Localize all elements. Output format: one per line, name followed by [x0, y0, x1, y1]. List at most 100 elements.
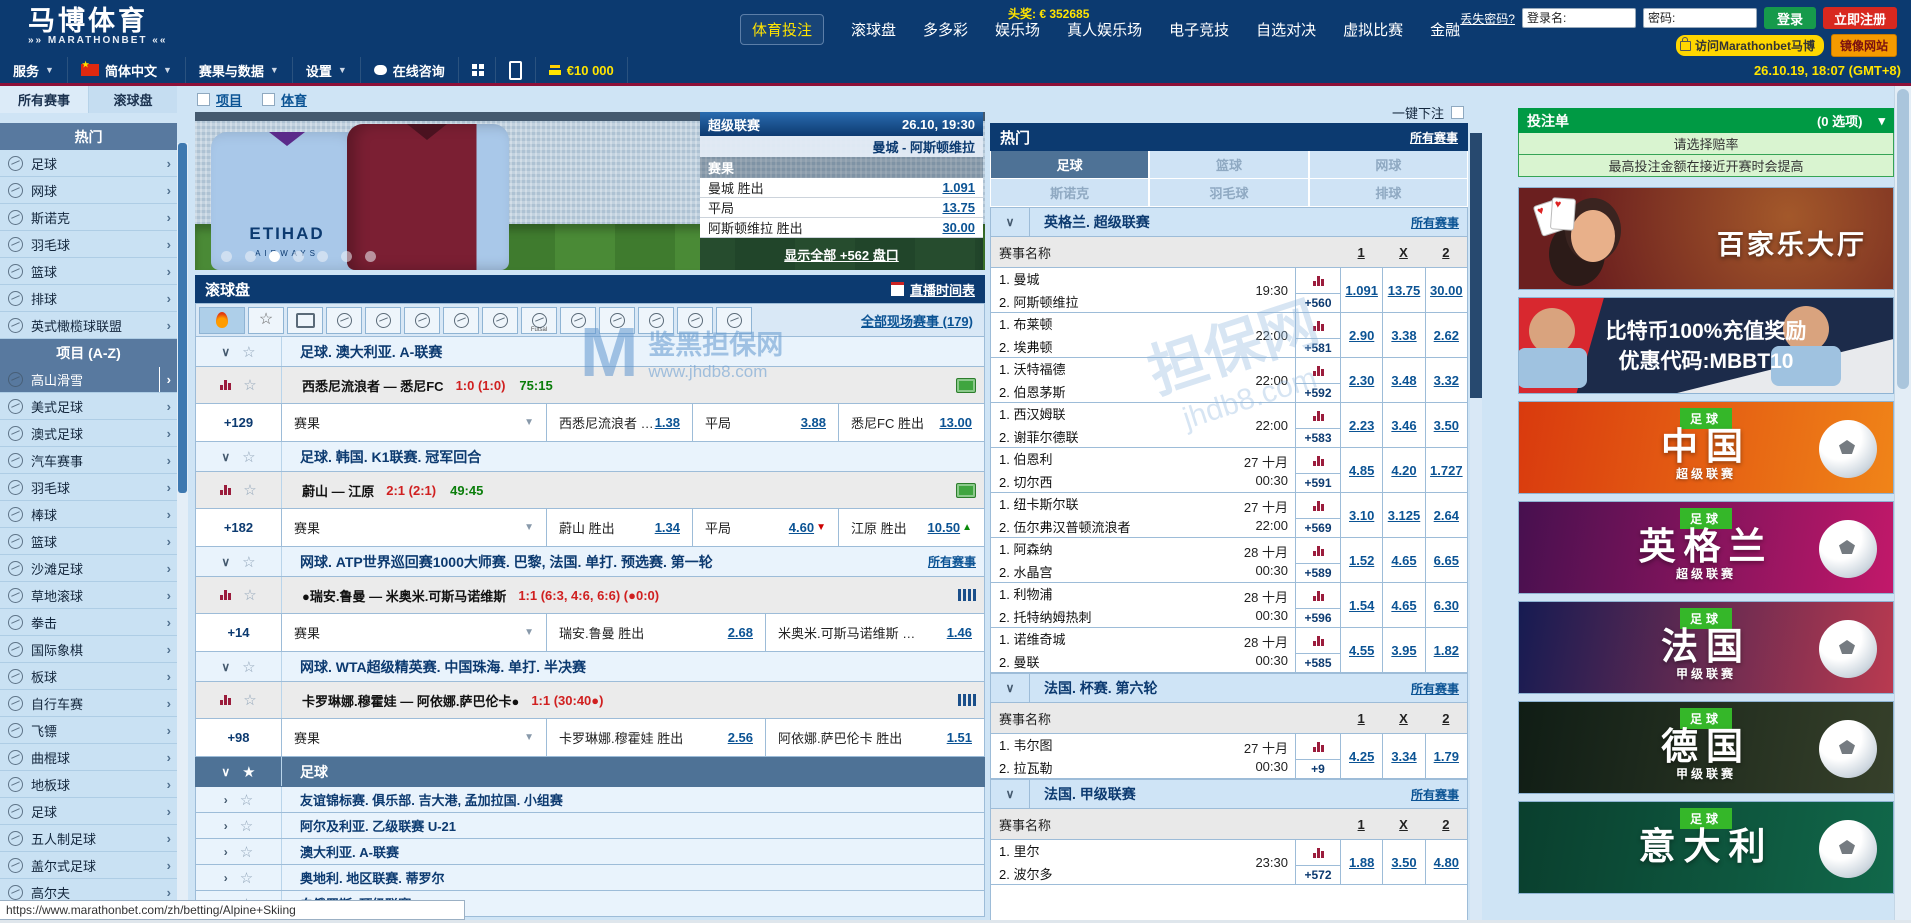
chevron-collapse-icon[interactable]: ∨ [221, 450, 230, 464]
outcome-cell[interactable]: 阿依娜.萨巴伦卡 胜出1.51 [766, 719, 984, 756]
favorite-star-icon[interactable]: ☆ [242, 553, 255, 571]
chevron-expand-icon[interactable]: › [224, 871, 228, 885]
odds-link[interactable]: 3.48 [1391, 373, 1416, 388]
outcome-cell[interactable]: 平局3.88 [693, 404, 839, 441]
odds-link[interactable]: 1.091 [1345, 283, 1378, 298]
sidebar-item[interactable]: 网球› [0, 177, 177, 204]
market-count-link[interactable]: +592 [1296, 384, 1340, 402]
odds-cell[interactable]: 1.52 [1341, 538, 1383, 582]
odds-cell[interactable]: 3.48 [1383, 358, 1425, 402]
match-main-cell[interactable]: 1. 阿森纳2. 水晶宫28 十月00:30 [991, 538, 1296, 582]
match-main-cell[interactable]: 1. 曼城2. 阿斯顿维拉19:30 [991, 268, 1296, 312]
sidebar-item[interactable]: 足球› [0, 150, 177, 177]
market-count-cell[interactable]: +591 [1296, 448, 1341, 492]
odds-link[interactable]: 2.23 [1349, 418, 1374, 433]
lost-password-link[interactable]: 丢失密码? [1460, 10, 1515, 27]
banner-more-markets[interactable]: 显示全部 +562 盘口 [700, 238, 983, 270]
market-count-link[interactable]: +581 [1296, 339, 1340, 357]
odds-cell[interactable]: 2.30 [1341, 358, 1383, 402]
favorite-star-icon[interactable]: ☆ [243, 586, 256, 604]
favorite-star-icon[interactable]: ☆ [243, 691, 256, 709]
sidebar-item[interactable]: 足球› [0, 798, 177, 825]
live-league-header[interactable]: ∨☆足球. 澳大利亚. A-联赛 [195, 337, 985, 367]
outcome-cell[interactable]: 蔚山 胜出1.34 [547, 509, 693, 546]
odds-cell[interactable]: 30.00 [1426, 268, 1467, 312]
odds-cell[interactable]: 1.727 [1426, 448, 1467, 492]
odds-link[interactable]: 3.38 [1391, 328, 1416, 343]
odds-link[interactable]: 6.65 [1434, 553, 1459, 568]
squash-filter[interactable] [677, 307, 713, 334]
odds-cell[interactable]: 3.34 [1383, 734, 1425, 778]
password-input[interactable] [1643, 8, 1757, 28]
sidebar-item[interactable]: 沙滩足球› [0, 555, 177, 582]
chevron-collapse-icon[interactable]: ∨ [221, 555, 230, 569]
odds-link[interactable]: 30.00 [1430, 283, 1463, 298]
sidebar-item[interactable]: 澳式足球› [0, 420, 177, 447]
live-league-header[interactable]: ∨☆足球. 韩国. K1联赛. 冠军回合 [195, 442, 985, 472]
odds-link[interactable]: 1.52 [1349, 553, 1374, 568]
favorite-star-icon[interactable]: ☆ [240, 791, 253, 809]
esports-filter[interactable] [716, 307, 752, 334]
table-tennis-filter[interactable] [638, 307, 674, 334]
odds-cell[interactable]: 1.54 [1341, 583, 1383, 627]
sidebar-item[interactable]: 篮球› [0, 258, 177, 285]
league-banner-意大利[interactable]: 足球意大利 [1518, 801, 1894, 894]
hot-all-events-link[interactable]: 所有赛事 [1410, 129, 1458, 146]
page-scrollbar[interactable] [1894, 86, 1911, 923]
odds-link[interactable]: 1.46 [947, 625, 972, 640]
banner-outcome-row[interactable]: 曼城 胜出1.091 [700, 178, 983, 198]
odds-link[interactable]: 13.00 [939, 415, 972, 430]
match-main-cell[interactable]: 1. 利物浦2. 托特纳姆热刺28 十月00:30 [991, 583, 1296, 627]
toolbar-bonus[interactable]: €10 000 [536, 57, 628, 83]
odds-cell[interactable]: 4.85 [1341, 448, 1383, 492]
odds-link[interactable]: 2.64 [1434, 508, 1459, 523]
promo-match-banner[interactable]: ETIHAD AIRWAYS 超级联赛 26.10, 19:30 曼城 - 阿斯… [195, 112, 985, 270]
hot-tab-item[interactable]: 排球 [1309, 179, 1468, 207]
hot-section-header[interactable]: ∨英格兰. 超级联赛所有赛事 [990, 207, 1468, 237]
casino-banner[interactable]: ♥ ♥ 百家乐大厅 [1518, 187, 1894, 290]
odds-cell[interactable]: 4.20 [1383, 448, 1425, 492]
match-main-cell[interactable]: 1. 沃特福德2. 伯恩茅斯22:00 [991, 358, 1296, 402]
outcome-cell[interactable]: 瑞安.鲁曼 胜出2.68 [547, 614, 766, 651]
hot-tab-item[interactable]: 网球 [1309, 151, 1468, 179]
sidebar-scrollbar-thumb[interactable] [178, 143, 187, 493]
favorites-filter[interactable]: ☆ [248, 307, 284, 334]
market-select[interactable]: 赛果▼ [282, 614, 547, 651]
sidebar-item[interactable]: 国际象棋› [0, 636, 177, 663]
odds-link[interactable]: 1.38 [655, 415, 680, 430]
market-count-cell[interactable]: +596 [1296, 583, 1341, 627]
market-count-link[interactable]: +98 [196, 719, 282, 756]
futsal-filter[interactable]: Futsal [521, 307, 557, 334]
badminton-filter[interactable] [482, 307, 518, 334]
chevron-expand-icon[interactable]: › [224, 819, 228, 833]
section-all-events-link[interactable]: 所有赛事 [1411, 214, 1467, 231]
market-select[interactable]: 赛果▼ [282, 719, 547, 756]
match-main-cell[interactable]: 1. 布莱顿2. 埃弗顿22:00 [991, 313, 1296, 357]
live-schedule-link[interactable]: 直播时间表 [910, 280, 975, 299]
hot-scrollbar-thumb[interactable] [1470, 133, 1482, 398]
hot-tab-item[interactable]: 羽毛球 [1149, 179, 1308, 207]
toolbar-mobile[interactable] [496, 57, 536, 83]
odds-cell[interactable]: 3.32 [1426, 358, 1467, 402]
live-league-list-row[interactable]: ›☆澳大利亚. A-联赛 [195, 839, 985, 865]
sidebar-item[interactable]: 棒球› [0, 501, 177, 528]
match-main-cell[interactable]: 1. 伯恩利2. 切尔西27 十月00:30 [991, 448, 1296, 492]
market-count-link[interactable]: +596 [1296, 609, 1340, 627]
sidebar-item[interactable]: 羽毛球› [0, 474, 177, 501]
odds-link[interactable]: 4.65 [1391, 598, 1416, 613]
sidebar-item[interactable]: 美式足球› [0, 393, 177, 420]
toolbar-livechat[interactable]: 在线咨询 [361, 57, 459, 83]
nav-item-link[interactable]: 电子竞技 [1169, 19, 1229, 40]
odds-link[interactable]: 2.30 [1349, 373, 1374, 388]
odds-cell[interactable]: 2.64 [1426, 493, 1467, 537]
carousel-dot[interactable] [269, 251, 280, 262]
nav-item-link[interactable]: 娱乐场 [995, 19, 1040, 40]
mirror-site-button[interactable]: 镜像网站 [1831, 34, 1897, 57]
chevron-collapse-icon[interactable]: ∨ [221, 660, 230, 674]
chevron-expand-icon[interactable]: › [224, 845, 228, 859]
odds-cell[interactable]: 4.25 [1341, 734, 1383, 778]
filter-sports-label[interactable]: 体育 [281, 90, 307, 109]
odds-cell[interactable]: 2.23 [1341, 403, 1383, 447]
odds-link[interactable]: 4.60 [789, 520, 814, 535]
hot-tab-active[interactable]: 足球 [990, 151, 1149, 179]
